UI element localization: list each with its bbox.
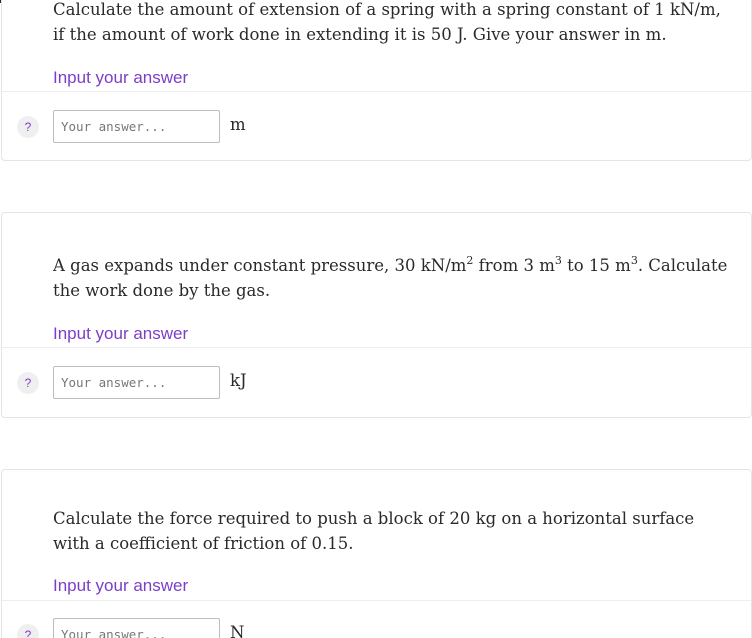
- input-label: Input your answer: [53, 576, 189, 595]
- answer-input[interactable]: [53, 110, 220, 143]
- divider: [2, 600, 751, 601]
- question-line-1: Calculate the amount of extension of a s…: [53, 0, 721, 19]
- unit-label: N: [230, 623, 245, 638]
- question-line-2: with a coefficient of friction of 0.15.: [53, 534, 354, 553]
- question-line-2: if the amount of work done in extending …: [53, 25, 667, 44]
- question-card-1: Calculate the amount of extension of a s…: [1, 0, 752, 161]
- help-icon[interactable]: ?: [17, 116, 39, 138]
- input-label: Input your answer: [53, 68, 189, 87]
- help-icon[interactable]: ?: [17, 372, 39, 394]
- divider: [2, 91, 751, 92]
- question-text: A gas expands under constant pressure, 3…: [53, 253, 733, 303]
- answer-input[interactable]: [53, 618, 220, 638]
- question-line-1: A gas expands under constant pressure, 3…: [53, 254, 728, 275]
- answer-input[interactable]: [53, 366, 220, 399]
- unit-label: m: [230, 115, 246, 134]
- question-line-1: Calculate the force required to push a b…: [53, 509, 695, 528]
- question-line-2: the work done by the gas.: [53, 281, 271, 300]
- input-label: Input your answer: [53, 324, 189, 343]
- question-card-3: Calculate the force required to push a b…: [1, 469, 752, 638]
- help-icon[interactable]: ?: [17, 624, 39, 638]
- unit-label: kJ: [230, 371, 247, 390]
- question-card-2: A gas expands under constant pressure, 3…: [1, 212, 752, 418]
- question-text: Calculate the force required to push a b…: [53, 506, 733, 556]
- divider: [2, 347, 751, 348]
- question-text: Calculate the amount of extension of a s…: [53, 0, 733, 47]
